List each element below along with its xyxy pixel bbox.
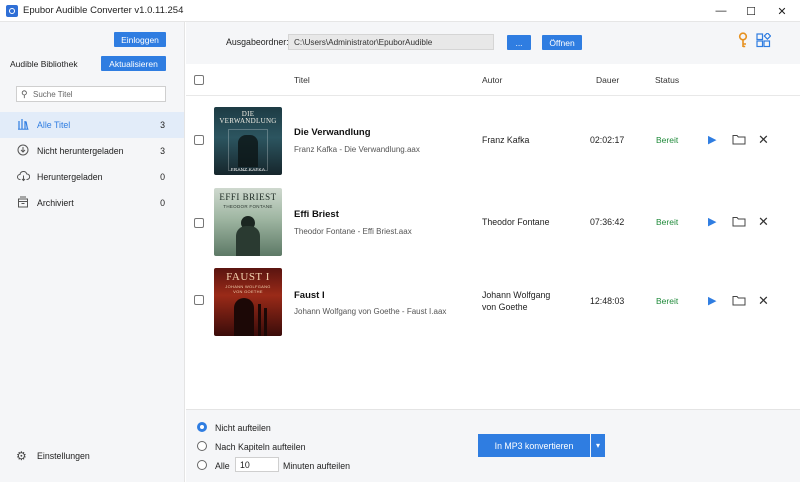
sidebar-item-all-titles[interactable]: Alle Titel 3 (0, 112, 184, 138)
folder-icon[interactable] (732, 134, 746, 145)
toolbar: Ausgabeordner: C:\Users\Administrator\Ep… (186, 22, 800, 64)
book-filename: Franz Kafka - Die Verwandlung.aax (294, 145, 420, 154)
minutes-input[interactable]: 10 (235, 457, 279, 472)
book-author-line1: Theodor Fontane (482, 217, 550, 227)
close-icon[interactable]: ✕ (758, 215, 769, 228)
row-checkbox[interactable] (194, 295, 204, 305)
sidebar: Einloggen Audible Bibliothek Aktualisier… (0, 22, 185, 482)
minutes-label: Minuten aufteilen (283, 461, 350, 471)
book-cover: EFFI BRIEST THEODOR FONTANE (214, 188, 282, 256)
search-placeholder: Suche Titel (33, 90, 73, 99)
minimize-button[interactable]: — (706, 0, 736, 22)
cover-author: FRANZ KAFKA (230, 167, 266, 172)
apps-grid-icon[interactable] (756, 32, 772, 48)
books-icon (16, 118, 30, 133)
window-title: Epubor Audible Converter v1.0.11.254 (23, 5, 184, 16)
play-icon[interactable]: ▶ (708, 133, 716, 146)
book-cover: DIE VERWANDLUNG FRANZ KAFKA (214, 107, 282, 175)
download-circle-icon (16, 144, 30, 159)
column-author[interactable]: Autor (482, 75, 502, 85)
status-badge: Bereit (656, 135, 679, 145)
book-cover: FAUST I JOHANN WOLFGANG VON GOETHE (214, 268, 282, 336)
status-badge: Bereit (656, 217, 679, 227)
login-button[interactable]: Einloggen (114, 32, 166, 47)
sidebar-item-label: Alle Titel (37, 120, 71, 130)
output-options-panel: Nicht aufteilen Nach Kapiteln aufteilen … (186, 409, 800, 482)
book-author-line1: Johann Wolfgang (482, 290, 551, 300)
book-title: Die Verwandlung (294, 127, 371, 138)
table-row[interactable]: FAUST I JOHANN WOLFGANG VON GOETHE Faust… (186, 260, 800, 340)
search-icon: ⚲ (21, 89, 28, 99)
sidebar-item-label: Archiviert (37, 198, 74, 208)
book-author-line1: Franz Kafka (482, 135, 530, 145)
output-path-field[interactable]: C:\Users\Administrator\EpuborAudible (288, 34, 494, 50)
title-bar: Epubor Audible Converter v1.0.11.254 — ☐… (0, 0, 800, 22)
book-duration: 02:02:17 (590, 135, 625, 145)
sidebar-item-label: Heruntergeladen (37, 172, 103, 182)
book-author: Franz Kafka (482, 134, 529, 146)
sidebar-item-count: 0 (160, 198, 165, 208)
convert-format-dropdown[interactable]: ▾ (591, 434, 605, 457)
radio-split-chapters-label: Nach Kapiteln aufteilen (215, 442, 306, 452)
book-author-line2: von Goethe (482, 302, 528, 313)
cloud-download-icon (16, 170, 30, 185)
app-logo-icon (6, 5, 18, 17)
browse-button[interactable]: ... (507, 35, 531, 50)
row-checkbox[interactable] (194, 135, 204, 145)
column-status[interactable]: Status (655, 75, 679, 85)
sidebar-item-label: Nicht heruntergeladen (37, 146, 124, 156)
radio-no-split[interactable] (197, 422, 207, 432)
sidebar-item-count: 3 (160, 146, 165, 156)
sidebar-item-count: 3 (160, 120, 165, 130)
library-label: Audible Bibliothek (10, 59, 78, 69)
table-row[interactable]: DIE VERWANDLUNG FRANZ KAFKA Die Verwandl… (186, 99, 800, 179)
book-author: Theodor Fontane (482, 216, 550, 228)
book-filename: Johann Wolfgang von Goethe - Faust I.aax (294, 307, 447, 316)
book-author: Johann Wolfgang von Goethe (482, 289, 550, 314)
radio-split-minutes[interactable] (197, 460, 207, 470)
radio-split-chapters[interactable] (197, 441, 207, 451)
refresh-button[interactable]: Aktualisieren (101, 56, 166, 71)
gear-icon: ⚙ (16, 449, 27, 463)
key-icon[interactable] (736, 32, 750, 51)
cover-title: EFFI BRIEST (219, 192, 277, 202)
book-title: Effi Briest (294, 209, 339, 220)
close-icon[interactable]: ✕ (758, 294, 769, 307)
sidebar-item-downloaded[interactable]: Heruntergeladen 0 (0, 164, 184, 190)
search-input[interactable]: ⚲ Suche Titel (16, 86, 166, 102)
open-folder-button[interactable]: Öffnen (542, 35, 582, 50)
radio-no-split-label: Nicht aufteilen (215, 423, 271, 433)
select-all-checkbox[interactable] (194, 75, 204, 85)
sidebar-item-archived[interactable]: Archiviert 0 (0, 190, 184, 216)
folder-icon[interactable] (732, 295, 746, 306)
column-duration[interactable]: Dauer (596, 75, 619, 85)
table-row[interactable]: EFFI BRIEST THEODOR FONTANE Effi Briest … (186, 180, 800, 260)
close-icon[interactable]: ✕ (758, 133, 769, 146)
status-badge: Bereit (656, 296, 679, 306)
radio-split-minutes-label: Alle (215, 461, 230, 471)
book-duration: 07:36:42 (590, 217, 625, 227)
sidebar-item-not-downloaded[interactable]: Nicht heruntergeladen 3 (0, 138, 184, 164)
convert-mp3-button[interactable]: In MP3 konvertieren (478, 434, 590, 457)
settings-button[interactable]: ⚙ Einstellungen (16, 449, 90, 463)
book-duration: 12:48:03 (590, 296, 625, 306)
cover-author: THEODOR FONTANE (223, 204, 273, 209)
folder-icon[interactable] (732, 216, 746, 227)
row-checkbox[interactable] (194, 218, 204, 228)
cover-author: JOHANN WOLFGANG VON GOETHE (225, 284, 271, 294)
play-icon[interactable]: ▶ (708, 215, 716, 228)
archive-icon (16, 196, 30, 211)
settings-label: Einstellungen (37, 451, 90, 461)
sidebar-item-count: 0 (160, 172, 165, 182)
book-filename: Theodor Fontane - Effi Briest.aax (294, 227, 412, 236)
cover-title: FAUST I (226, 271, 270, 283)
output-folder-label: Ausgabeordner: (226, 37, 289, 47)
close-window-button[interactable]: ✕ (767, 0, 797, 22)
column-title[interactable]: Titel (294, 75, 310, 85)
maximize-button[interactable]: ☐ (736, 0, 766, 22)
book-title: Faust I (294, 290, 325, 301)
cover-title: DIE VERWANDLUNG (219, 110, 277, 126)
table-header: Titel Autor Dauer Status (186, 64, 800, 96)
play-icon[interactable]: ▶ (708, 294, 716, 307)
